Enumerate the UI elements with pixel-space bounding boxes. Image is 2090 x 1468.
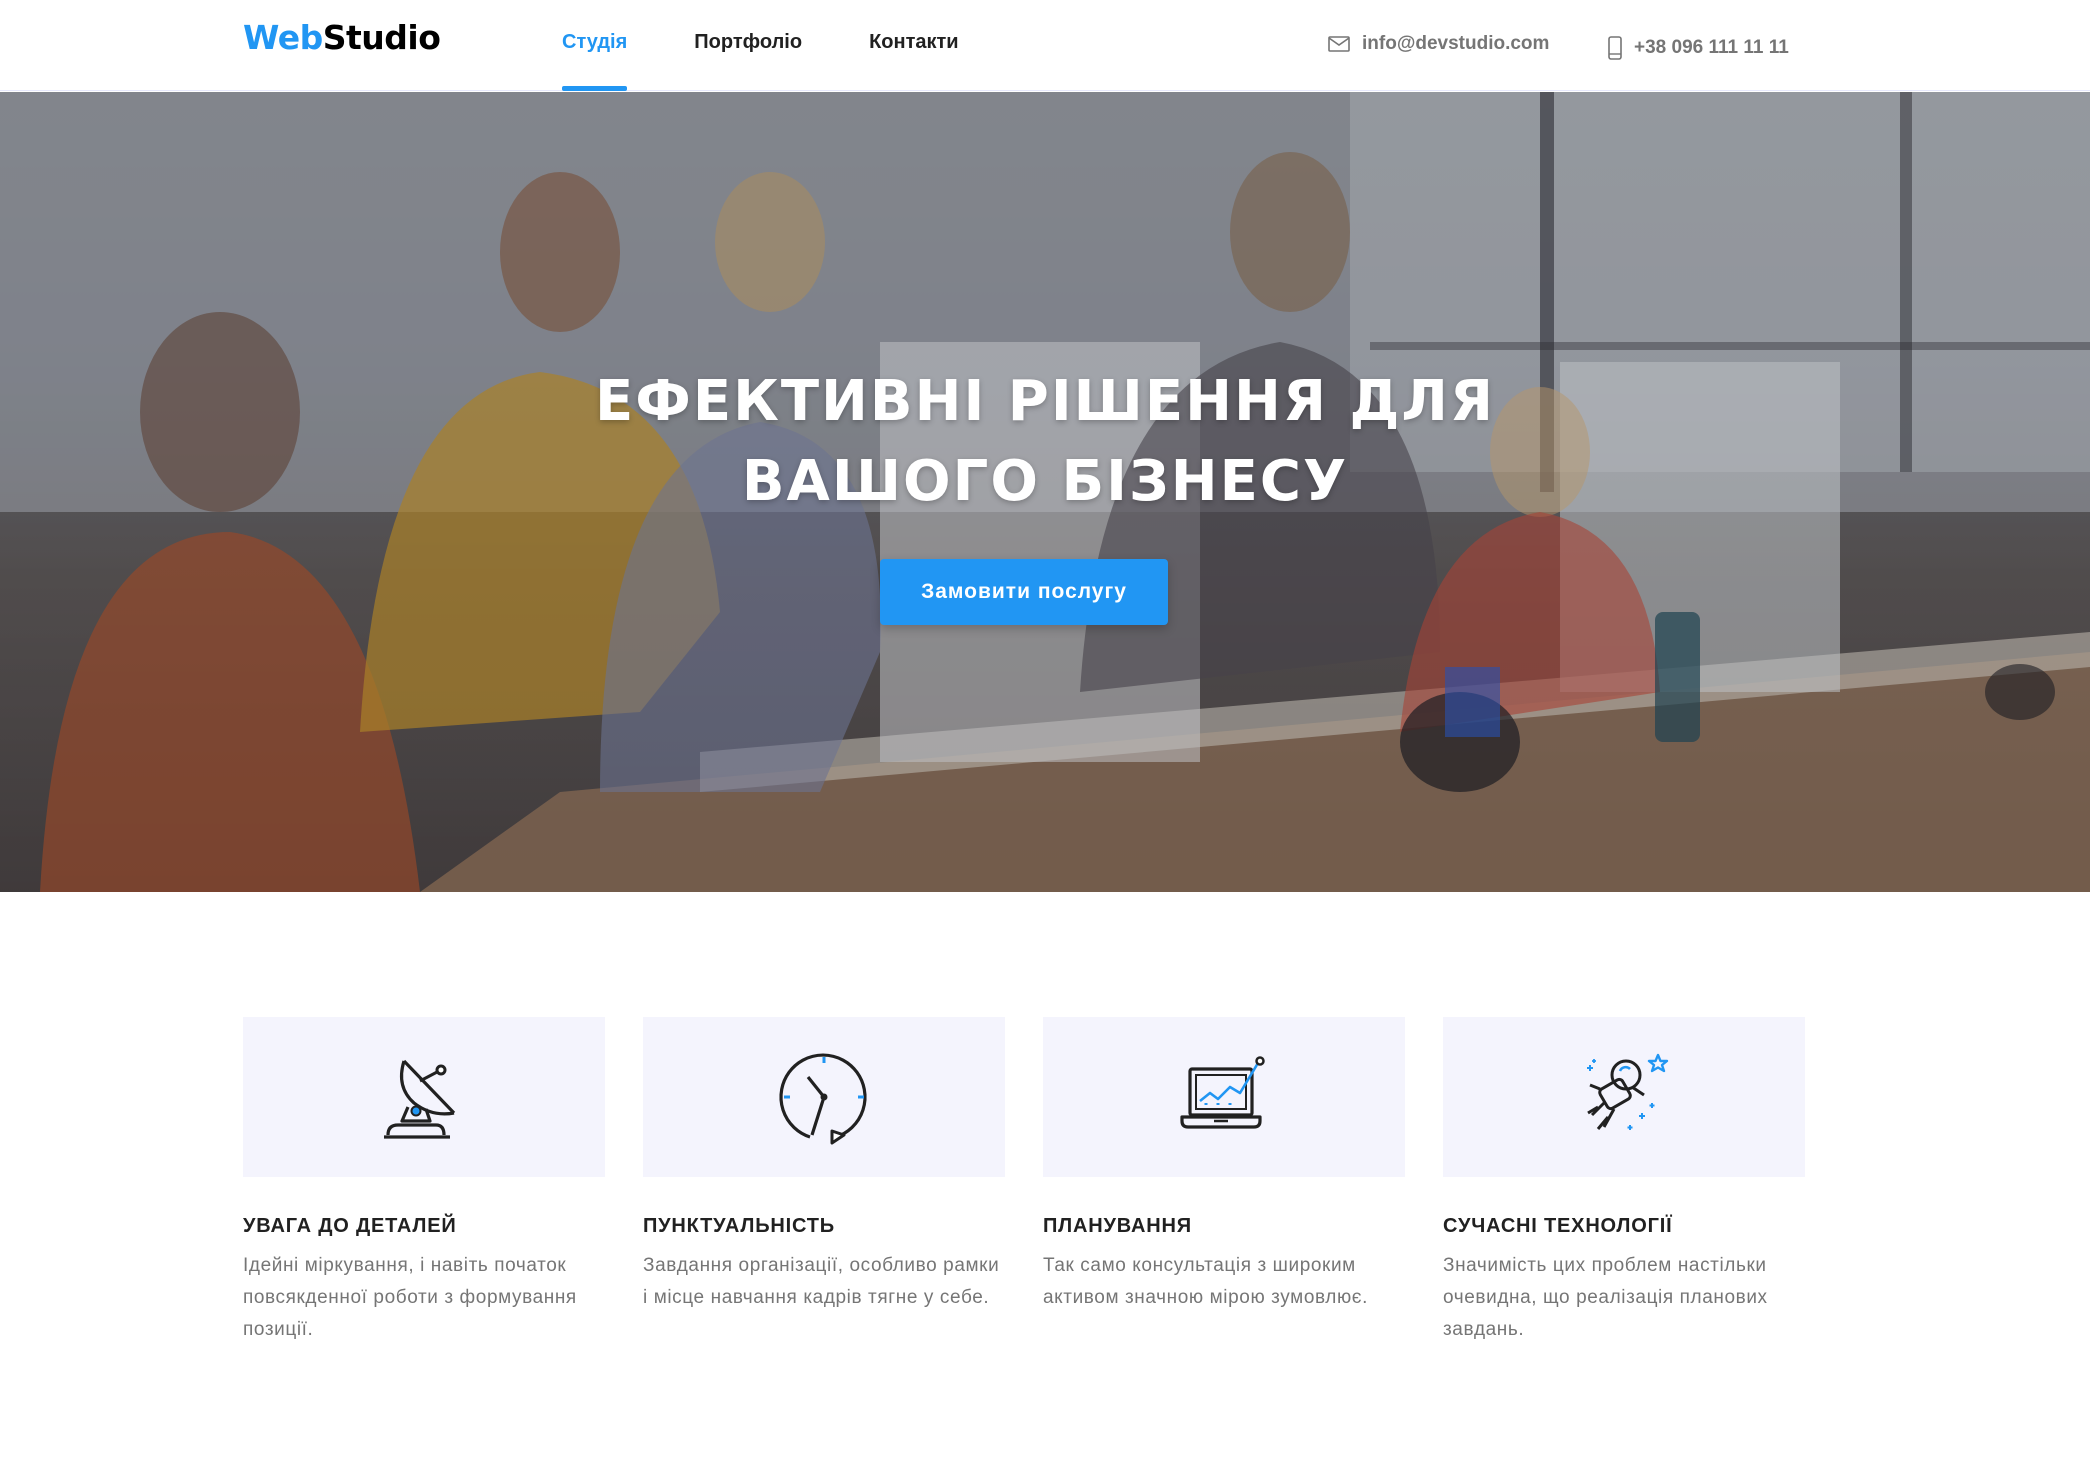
nav-item-contacts[interactable]: Контакти xyxy=(869,0,959,91)
phone-icon xyxy=(1608,35,1622,60)
feature-text: Значимість цих проблем настільки очевидн… xyxy=(1443,1255,1768,1340)
feature-text: Так само консультація з широким активом … xyxy=(1043,1255,1368,1308)
nav-item-portfolio[interactable]: Портфоліо xyxy=(694,0,802,91)
phone-text: +38 096 111 11 11 xyxy=(1634,36,1789,58)
clock-icon xyxy=(779,1053,867,1145)
feature-card: Планування Так само консультація з широк… xyxy=(1043,1017,1405,1346)
feature-card: Сучасні технології Значимість цих пробле… xyxy=(1443,1017,1805,1346)
feature-title: Сучасні технології xyxy=(1443,1215,1673,1237)
feature-icon-box xyxy=(1443,1017,1805,1177)
feature-title: Увага до деталей xyxy=(243,1215,457,1237)
feature-title: Планування xyxy=(1043,1215,1192,1237)
hero-title: Ефективні рішення для вашого бізнесу xyxy=(595,369,1495,514)
feature-card: Увага до деталей Ідейні міркування, і на… xyxy=(243,1017,605,1346)
feature-icon-box xyxy=(243,1017,605,1177)
feature-icon-box xyxy=(1043,1017,1405,1177)
feature-text: Завдання організації, особливо рамки і м… xyxy=(643,1255,1000,1308)
email-link[interactable]: info@devstudio.com xyxy=(1328,0,1549,89)
astronaut-icon xyxy=(1587,1053,1669,1130)
laptop-chart-icon xyxy=(1180,1056,1265,1129)
satellite-dish-icon xyxy=(384,1059,456,1139)
email-text: info@devstudio.com xyxy=(1362,32,1550,54)
phone-link[interactable]: +38 096 111 11 11 xyxy=(1608,2,1789,93)
nav-item-studio[interactable]: Студія xyxy=(562,0,628,91)
mail-icon xyxy=(1328,35,1350,52)
hero-section: Ефективні рішення для вашого бізнесу Зам… xyxy=(0,92,2090,892)
feature-text: Ідейні міркування, і навіть початок повс… xyxy=(243,1255,577,1340)
logo-web: Web xyxy=(243,18,323,57)
feature-title: Пунктуальність xyxy=(643,1215,835,1237)
logo-studio: Studio xyxy=(322,18,441,57)
order-service-button[interactable]: Замовити послугу xyxy=(880,559,1168,625)
logo[interactable]: WebStudio xyxy=(243,18,441,57)
features-section: Увага до деталей Ідейні міркування, і на… xyxy=(243,1017,1805,1346)
feature-card: Пунктуальність Завдання організації, осо… xyxy=(643,1017,1005,1346)
feature-icon-box xyxy=(643,1017,1005,1177)
site-header: WebStudio Студія Портфоліо Контакти info… xyxy=(0,0,2090,91)
main-nav: Студія Портфоліо Контакти xyxy=(562,0,1026,91)
